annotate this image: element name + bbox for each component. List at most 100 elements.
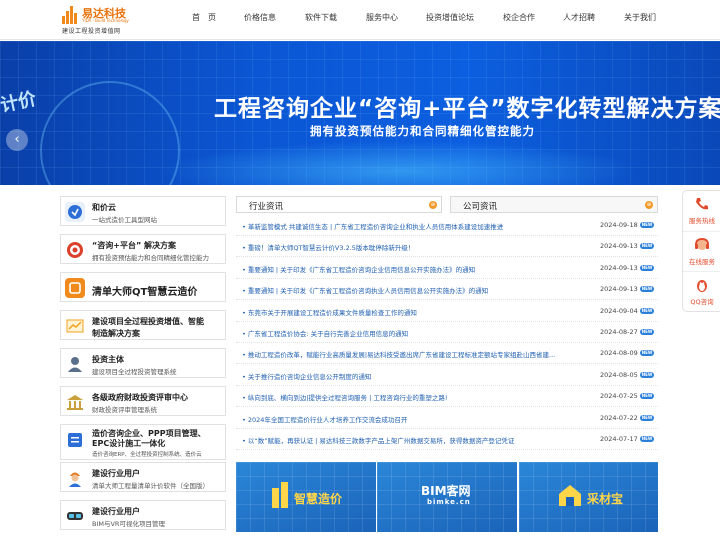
product-item-investment-value[interactable]: 建设项目全过程投资增值、智能 制造解决方案 xyxy=(60,310,226,340)
news-date: 2024-09-18 xyxy=(600,221,638,229)
new-badge: NEW xyxy=(640,371,654,378)
investor-icon xyxy=(65,354,85,374)
building-icon xyxy=(272,482,288,508)
more-plus-icon[interactable]: ⊕ xyxy=(645,201,653,209)
news-title[interactable]: 关于推行造价咨询企业信息公开制度的通知 xyxy=(242,371,594,381)
phone-icon xyxy=(696,198,708,210)
product-item-hejiayun[interactable]: 和价云 一站式造价工具型网站 xyxy=(60,196,226,226)
product-title: 投资主体 xyxy=(92,355,124,364)
brand-sub: YIDA · Build Technology xyxy=(82,18,129,23)
nav-service-center[interactable]: 服务中心 xyxy=(366,12,398,23)
news-row[interactable]: 以“数”赋能，再获认证 | 易达科技三款数字产品上架广州数据交易所，获得数据资产… xyxy=(236,430,658,450)
product-item-consult-platform[interactable]: “咨询+平台” 解决方案 拥有投资预估能力和合同精细化管控能力 xyxy=(60,234,226,264)
news-row[interactable]: 重要通知 | 关于印发《广东省工程造价咨询企业信用信息公开实施办法》的通知 202… xyxy=(236,259,658,279)
product-desc: 制造解决方案 xyxy=(92,329,140,338)
promo-label: BIM客网 xyxy=(421,484,471,498)
nav-forum[interactable]: 投资增值论坛 xyxy=(426,12,474,23)
consult-icon xyxy=(65,430,85,450)
news-row[interactable]: 重磅！清单大师QT智慧云计价V3.2.5版本耽停除新升级！ 2024-09-13N… xyxy=(236,237,658,258)
news-row[interactable]: 广东省工程造价协会: 关于自行完善企业信用信息的通知 2024-08-27NEW xyxy=(236,323,658,343)
new-badge: NEW xyxy=(640,350,654,357)
nav-home[interactable]: 首 页 xyxy=(192,12,216,23)
product-desc: 财政投资评审管理系统 xyxy=(92,406,157,414)
online-service[interactable]: 在线服务 xyxy=(683,231,720,271)
promo-material-treasure[interactable]: 采材宝 xyxy=(519,462,658,532)
news-title[interactable]: 推动工程造价改革，赋能行业高质量发展|易达科技受邀出席广东省建设工程标准定额站专… xyxy=(242,349,594,359)
product-desc: 一站式造价工具型网站 xyxy=(92,216,157,224)
nav-price-info[interactable]: 价格信息 xyxy=(244,12,276,23)
promo-smart-pricing[interactable]: 智慧造价 xyxy=(236,462,376,532)
news-tabs: 行业资讯 ⊕ 公司资讯 ⊕ xyxy=(236,196,658,213)
banner-prev-arrow-icon[interactable]: ‹ xyxy=(6,129,28,151)
news-row[interactable]: 东莞市关于开展建设工程造价成果文件质量检查工作的通知 2024-09-04NEW xyxy=(236,302,658,322)
news-title[interactable]: 东莞市关于开展建设工程造价成果文件质量检查工作的通知 xyxy=(242,307,594,317)
banner-subtitle: 拥有投资预估能力和合同精细化管控能力 xyxy=(310,124,535,138)
product-desc: EPC设计施工一体化 xyxy=(92,439,166,448)
gear-chart-icon xyxy=(65,316,85,336)
target-icon xyxy=(65,240,85,260)
government-icon xyxy=(65,392,85,412)
floating-service-bar: 服务热线 在线服务 QQ咨询 xyxy=(682,190,720,312)
news-date: 2024-09-13 xyxy=(600,263,638,272)
qq-consult[interactable]: QQ咨询 xyxy=(683,271,720,311)
product-desc: BIM与VR可视化项目管理 xyxy=(92,520,165,528)
promo-label: 采材宝 xyxy=(587,492,624,506)
product-desc: 建设项目全过程投资管理系统 xyxy=(92,368,177,376)
promo-bim-net[interactable]: BIM客网 bimke.cn xyxy=(377,462,517,532)
product-item-investor[interactable]: 投资主体 建设项目全过程投资管理系统 xyxy=(60,348,226,378)
news-title[interactable]: 革新监管模式 共建诚信生态 | 广东省工程造价咨询企业和执业人员信用体系建设加速… xyxy=(242,221,594,231)
promo-sub: bimke.cn xyxy=(427,498,471,506)
news-title[interactable]: 重磅！清单大师QT智慧云计价V3.2.5版本耽停除新升级！ xyxy=(242,242,594,252)
news-row[interactable]: 推动工程造价改革，赋能行业高质量发展|易达科技受邀出席广东省建设工程标准定额站专… xyxy=(236,344,658,365)
news-title[interactable]: 以“数”赋能，再获认证 | 易达科技三款数字产品上架广州数据交易所，获得数据资产… xyxy=(242,435,594,445)
news-title[interactable]: 重要通知 | 关于印发《广东省工程造价咨询企业信用信息公开实施办法》的通知 xyxy=(242,264,594,274)
news-title[interactable]: 2024年全国工程造价行业人才培养工作交流会成功召开 xyxy=(242,414,594,424)
qt-logo-icon xyxy=(65,278,85,298)
nav-jobs[interactable]: 人才招聘 xyxy=(563,12,595,23)
tab-company-news[interactable]: 公司资讯 ⊕ xyxy=(450,196,658,213)
product-title: 清单大师QT智慧云造价 xyxy=(92,287,198,298)
news-row[interactable]: 关于推行造价咨询企业信息公开制度的通知 2024-08-05NEW xyxy=(236,366,658,386)
more-plus-icon[interactable]: ⊕ xyxy=(429,201,437,209)
promo-label: 智慧造价 xyxy=(294,492,343,506)
product-title: 和价云 xyxy=(92,203,116,212)
new-badge: NEW xyxy=(640,222,654,228)
float-label: QQ咨询 xyxy=(690,298,714,306)
news-title[interactable]: 广东省工程造价协会: 关于自行完善企业信用信息的通知 xyxy=(242,328,594,338)
nav-software-download[interactable]: 软件下载 xyxy=(305,12,337,23)
product-title: 建设项目全过程投资增值、智能 xyxy=(92,317,204,326)
service-hotline[interactable]: 服务热线 xyxy=(683,191,720,231)
nav-school-enterprise[interactable]: 校企合作 xyxy=(503,12,535,23)
hero-banner[interactable]: 计价 ‹ 工程咨询企业“咨询+平台”数字化转型解决方案 拥有投资预估能力和合同精… xyxy=(0,41,720,185)
product-desc: 拥有投资预估能力和合同精细化管控能力 xyxy=(92,254,209,262)
news-title[interactable]: 纵向到底、横向到边|提供全过程咨询服务 | 工程咨询行业的重塑之路! xyxy=(242,392,594,402)
news-title[interactable]: 重要通知 | 关于印发《广东省工程造价咨询执业人员信用信息公开实施办法》的通知 xyxy=(242,285,594,295)
news-row[interactable]: 革新监管模式 共建诚信生态 | 广东省工程造价咨询企业和执业人员信用体系建设加速… xyxy=(236,216,658,236)
product-item-consult-ppp[interactable]: 造价咨询企业、PPP项目管理、 EPC设计施工一体化 造价咨询ERP、全过程投资… xyxy=(60,424,226,460)
news-date: 2024-08-05 xyxy=(600,370,638,379)
product-item-qt-cloud[interactable]: 清单大师QT智慧云造价 xyxy=(60,272,226,302)
tab-label: 公司资讯 xyxy=(463,202,498,212)
product-item-bim-vr[interactable]: 建设行业用户 BIM与VR可视化项目管理 xyxy=(60,500,226,530)
product-item-gov-review[interactable]: 各级政府财政投资评审中心 财政投资评审管理系统 xyxy=(60,386,226,416)
product-item-qd-master[interactable]: 建设行业用户 清单大师工程量清单计价软件（全国版） xyxy=(60,462,226,492)
brand-logo[interactable]: 易达科技 YIDA · Build Technology 建设工程投资增值网 xyxy=(62,4,142,36)
new-badge: NEW xyxy=(640,414,654,421)
page: 易达科技 YIDA · Build Technology 建设工程投资增值网 首… xyxy=(0,0,720,540)
news-row[interactable]: 纵向到底、横向到边|提供全过程咨询服务 | 工程咨询行业的重塑之路! 2024-0… xyxy=(236,387,658,408)
brand-tagline: 建设工程投资增值网 xyxy=(62,28,121,35)
tab-label: 行业资讯 xyxy=(249,202,284,212)
new-badge: NEW xyxy=(640,329,654,335)
qq-penguin-icon xyxy=(697,280,707,292)
banner-title: 工程咨询企业“咨询+平台”数字化转型解决方案 xyxy=(214,96,720,122)
tab-industry-news[interactable]: 行业资讯 ⊕ xyxy=(236,196,442,213)
news-row[interactable]: 重要通知 | 关于印发《广东省工程造价咨询执业人员信用信息公开实施办法》的通知 2… xyxy=(236,280,658,301)
main-nav: 首 页 价格信息 软件下载 服务中心 投资增值论坛 校企合作 人才招聘 关于我们 xyxy=(180,12,680,28)
news-date: 2024-08-27 xyxy=(600,328,638,336)
news-row[interactable]: 2024年全国工程造价行业人才培养工作交流会成功召开 2024-07-22NEW xyxy=(236,409,658,429)
nav-about[interactable]: 关于我们 xyxy=(624,12,656,23)
new-badge: NEW xyxy=(640,393,654,400)
news-date: 2024-07-25 xyxy=(600,392,638,401)
news-date: 2024-07-17 xyxy=(600,435,638,443)
new-badge: NEW xyxy=(640,286,654,293)
